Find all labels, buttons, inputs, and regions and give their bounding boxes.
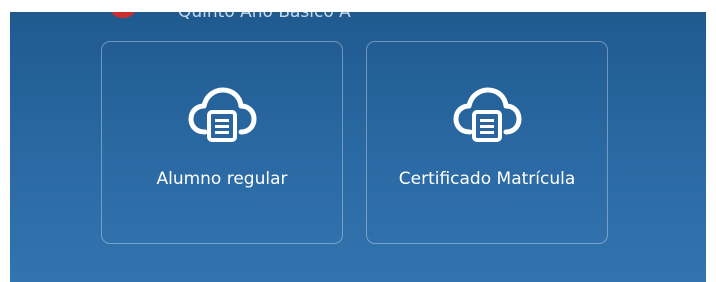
certificado-matricula-card[interactable]: Certificado Matrícula: [366, 41, 608, 244]
avatar: [110, 12, 136, 18]
card-label: Certificado Matrícula: [398, 169, 576, 189]
card-label: Alumno regular: [156, 169, 288, 189]
alumno-regular-card[interactable]: Alumno regular: [101, 41, 343, 244]
cloud-print-icon: [188, 87, 257, 142]
header-strip: Quinto Año Básico A: [10, 12, 706, 24]
certificates-panel: Quinto Año Básico A Alumno regular Certi…: [10, 12, 706, 282]
class-label: Quinto Año Básico A: [178, 12, 351, 22]
cloud-print-icon: [453, 87, 522, 142]
